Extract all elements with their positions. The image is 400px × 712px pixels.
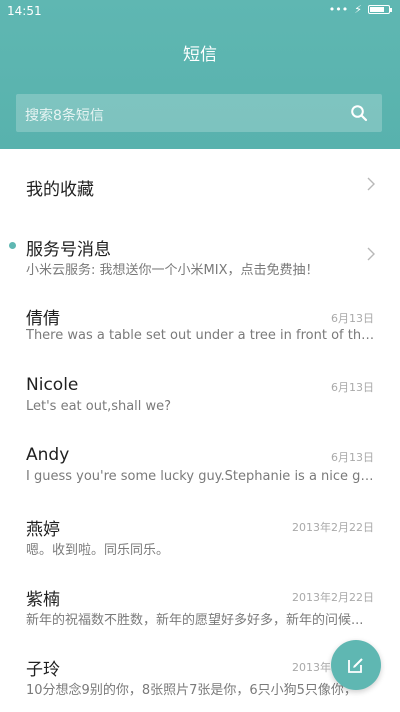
conversation-date: 6月13日 bbox=[331, 381, 374, 394]
conversation-preview: 10分想念9别的你，8张照片7张是你，6只小狗5只像你， bbox=[26, 683, 357, 698]
conversation-date: 6月13日 bbox=[331, 312, 374, 325]
conversation-row[interactable]: 倩倩 6月13日 There was a table set out under… bbox=[0, 291, 400, 361]
conversation-preview: 新年的祝福数不胜数，新年的愿望好多好多，新年的问候... bbox=[26, 613, 364, 628]
service-messages-row[interactable]: 服务号消息 小米云服务: 我想送你一个小米MIX，点击免费抽！ bbox=[0, 221, 400, 291]
unread-dot bbox=[9, 242, 16, 249]
favorites-label: 我的收藏 bbox=[26, 180, 94, 200]
conversation-preview: 嗯。收到啦。同乐同乐。 bbox=[26, 543, 170, 558]
conversation-preview: I guess you're some lucky guy.Stephanie … bbox=[26, 469, 376, 484]
battery-icon bbox=[368, 5, 392, 14]
search-input[interactable]: 搜索8条短信 bbox=[16, 94, 382, 132]
conversation-preview: There was a table set out under a tree i… bbox=[26, 328, 376, 343]
conversation-date: 2013年2月22日 bbox=[292, 521, 374, 534]
compose-button[interactable] bbox=[331, 640, 381, 690]
conversation-row[interactable]: 紫楠 2013年2月22日 新年的祝福数不胜数，新年的愿望好多好多，新年的问候.… bbox=[0, 572, 400, 642]
status-icons: ••• ⚡ bbox=[328, 3, 392, 16]
conversation-row[interactable]: Nicole 6月13日 Let's eat out,shall we? bbox=[0, 362, 400, 432]
app-header: 14:51 ••• ⚡ 短信 搜索8条短信 bbox=[0, 0, 400, 149]
conversation-name: 服务号消息 bbox=[26, 240, 111, 260]
chevron-right-icon bbox=[367, 247, 375, 261]
conversation-row[interactable]: Andy 6月13日 I guess you're some lucky guy… bbox=[0, 432, 400, 502]
conversation-date: 2013年2月22日 bbox=[292, 591, 374, 604]
conversation-name: 倩倩 bbox=[26, 309, 60, 329]
compose-icon bbox=[348, 658, 363, 673]
favorites-row[interactable]: 我的收藏 bbox=[0, 149, 400, 219]
conversation-name: 紫楠 bbox=[26, 590, 60, 610]
conversation-date: 6月13日 bbox=[331, 451, 374, 464]
conversation-name: Nicole bbox=[26, 375, 79, 395]
dots-icon: ••• bbox=[328, 3, 349, 16]
conversation-name: 燕婷 bbox=[26, 520, 60, 540]
conversation-name: Andy bbox=[26, 445, 70, 465]
search-placeholder: 搜索8条短信 bbox=[25, 108, 104, 124]
conversation-preview: Let's eat out,shall we? bbox=[26, 399, 172, 414]
page-title: 短信 bbox=[183, 45, 217, 65]
status-bar: 14:51 ••• ⚡ bbox=[0, 0, 400, 24]
charging-icon: ⚡ bbox=[354, 3, 362, 16]
chevron-right-icon bbox=[367, 177, 375, 191]
status-time: 14:51 bbox=[7, 4, 42, 18]
conversation-name: 子玲 bbox=[26, 660, 60, 680]
conversation-row[interactable]: 燕婷 2013年2月22日 嗯。收到啦。同乐同乐。 bbox=[0, 502, 400, 572]
search-icon[interactable] bbox=[350, 104, 368, 122]
conversation-preview: 小米云服务: 我想送你一个小米MIX，点击免费抽！ bbox=[26, 263, 319, 278]
